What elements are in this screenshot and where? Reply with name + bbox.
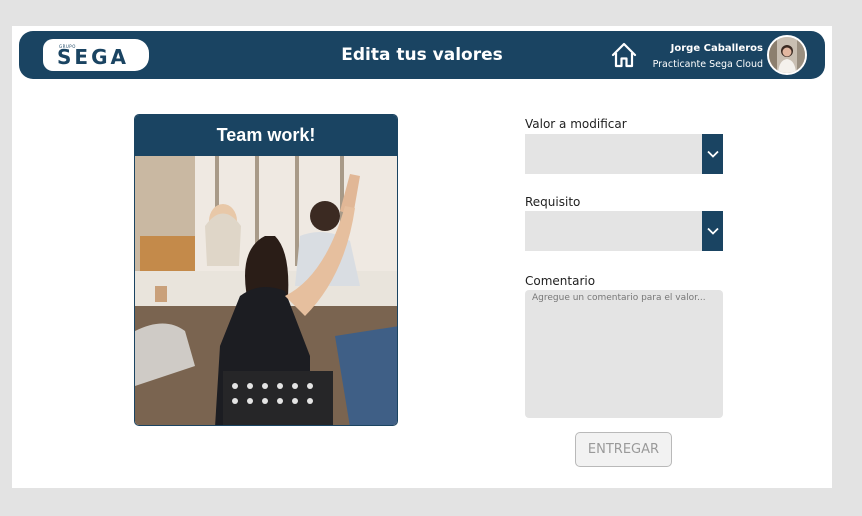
top-bar: GRUPO SEGA Edita tus valores Jorge Cabal… <box>19 31 825 79</box>
comentario-label: Comentario <box>525 274 596 288</box>
valor-dropdown[interactable] <box>525 134 723 174</box>
team-work-photo <box>135 156 397 425</box>
submit-button[interactable]: ENTREGAR <box>575 432 672 467</box>
requisito-label: Requisito <box>525 195 581 209</box>
avatar[interactable] <box>767 35 807 75</box>
app-canvas: GRUPO SEGA Edita tus valores Jorge Cabal… <box>12 26 832 488</box>
card-title: Team work! <box>135 115 397 156</box>
user-name: Jorge Caballeros <box>670 43 763 54</box>
requisito-dropdown[interactable] <box>525 211 723 251</box>
home-icon[interactable] <box>609 41 639 69</box>
comentario-field[interactable] <box>525 290 723 418</box>
chevron-down-icon[interactable] <box>702 211 723 251</box>
team-work-card: Team work! <box>134 114 398 426</box>
valor-label: Valor a modificar <box>525 117 627 131</box>
chevron-down-icon[interactable] <box>702 134 723 174</box>
user-role: Practicante Sega Cloud <box>652 59 763 70</box>
